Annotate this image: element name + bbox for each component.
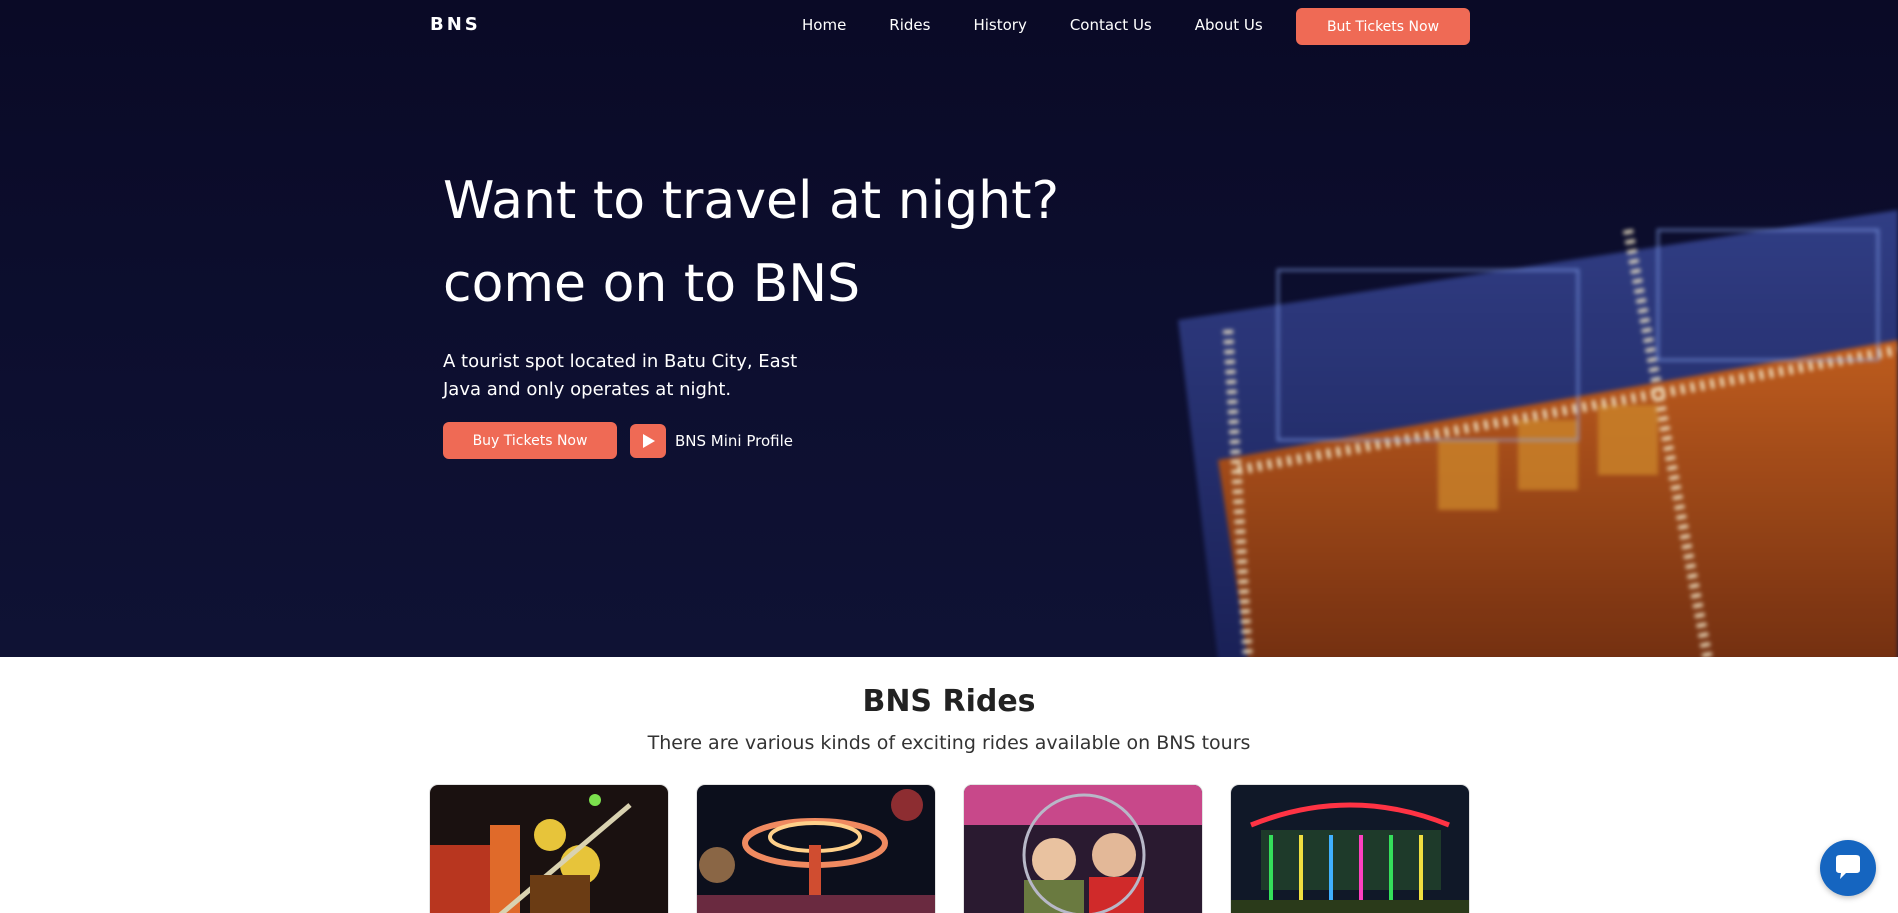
hero-buy-tickets-button[interactable]: Buy Tickets Now <box>443 422 617 459</box>
hero-subtitle: A tourist spot located in Batu City, Eas… <box>443 351 798 400</box>
ride-image-3 <box>964 785 1202 913</box>
top-navigation: BNS Home Rides History Contact Us About … <box>0 0 1898 52</box>
mini-profile-link[interactable]: BNS Mini Profile <box>630 424 793 458</box>
rides-section-title: BNS Rides <box>862 684 1036 719</box>
chat-bubble-icon[interactable] <box>1820 840 1876 896</box>
ride-image-4 <box>1231 785 1469 913</box>
ride-card-1[interactable] <box>430 785 668 913</box>
play-icon[interactable] <box>630 424 666 458</box>
ride-image-1 <box>430 785 668 913</box>
ride-card-3[interactable] <box>964 785 1202 913</box>
nav-link-home[interactable]: Home <box>802 16 846 34</box>
nav-link-history[interactable]: History <box>973 16 1026 34</box>
hero-title: Want to travel at night? come on to BNS <box>443 160 1143 326</box>
ride-image-2 <box>697 785 935 913</box>
ride-card-4[interactable] <box>1231 785 1469 913</box>
mini-profile-label[interactable]: BNS Mini Profile <box>675 432 793 450</box>
rides-section-subtitle: There are various kinds of exciting ride… <box>647 732 1251 754</box>
rides-card-list <box>430 785 1498 913</box>
site-logo[interactable]: BNS <box>430 14 481 35</box>
nav-link-rides[interactable]: Rides <box>889 16 930 34</box>
hero-title-line-2: come on to BNS <box>443 254 861 314</box>
nav-link-contact-us[interactable]: Contact Us <box>1070 16 1152 34</box>
ride-card-2[interactable] <box>697 785 935 913</box>
hero-title-line-1: Want to travel at night? <box>443 171 1060 231</box>
hero-section <box>0 0 1898 657</box>
nav-links: Home Rides History Contact Us About Us <box>802 16 1306 34</box>
nav-link-about-us[interactable]: About Us <box>1195 16 1263 34</box>
nav-buy-tickets-button[interactable]: But Tickets Now <box>1296 8 1470 45</box>
